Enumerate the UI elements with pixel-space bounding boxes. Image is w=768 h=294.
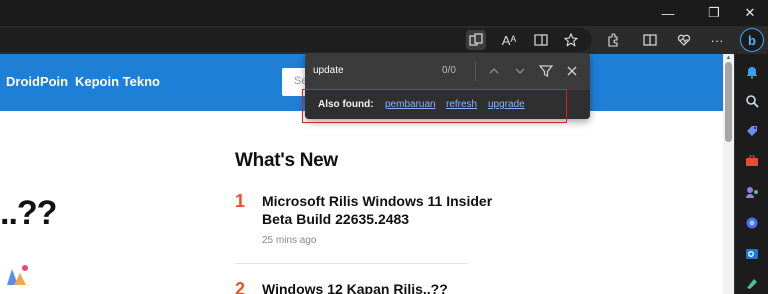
item-number: 1 [235, 191, 246, 211]
find-match-count: 0/0 [442, 65, 456, 76]
edge-sidebar [734, 54, 768, 294]
highlight-annotation-box [302, 89, 567, 123]
browser-toolbar: Aᴬ ··· b [0, 26, 768, 54]
read-aloud-icon[interactable]: Aᴬ [499, 30, 519, 50]
extensions-icon[interactable] [603, 30, 623, 50]
item-title[interactable]: Windows 12 Kapan Rilis..?? [262, 280, 502, 294]
notifications-icon[interactable] [743, 63, 761, 81]
outlook-icon[interactable] [743, 245, 761, 263]
games-icon[interactable] [743, 183, 761, 201]
tools-icon[interactable] [743, 152, 761, 170]
app-available-icon[interactable] [466, 30, 486, 50]
close-window-button[interactable]: ✕ [730, 0, 768, 26]
close-icon [567, 66, 577, 76]
headline-fragment[interactable]: ..?? [0, 194, 57, 233]
nav-link-kepoin-tekno[interactable]: Kepoin Tekno [75, 74, 160, 89]
chevron-down-icon [515, 68, 525, 74]
next-match-button[interactable] [511, 62, 529, 80]
find-options-button[interactable] [537, 62, 555, 80]
divider [235, 263, 468, 264]
item-time: 25 mins ago [262, 235, 317, 246]
nav-link-droidpoin[interactable]: DroidPoin [6, 74, 68, 89]
copilot-icon[interactable] [743, 214, 761, 232]
more-menu-icon[interactable]: ··· [707, 30, 727, 50]
restore-icon: ❐ [708, 5, 720, 20]
drop-icon[interactable] [743, 274, 761, 292]
title-bar: — ❐ ✕ [0, 0, 768, 26]
site-logo-icon [4, 261, 32, 289]
previous-match-button[interactable] [485, 62, 503, 80]
split-screen-icon[interactable] [640, 30, 660, 50]
minimize-button[interactable]: — [648, 0, 688, 26]
immersive-reader-icon[interactable] [531, 30, 551, 50]
close-icon: ✕ [744, 5, 756, 20]
scroll-thumb[interactable] [725, 62, 732, 142]
chevron-up-icon [489, 68, 499, 74]
find-separator [475, 61, 476, 81]
browser-essentials-icon[interactable] [674, 30, 694, 50]
item-number: 2 [235, 279, 246, 294]
favorite-star-icon[interactable] [561, 30, 581, 50]
close-find-button[interactable] [563, 62, 581, 80]
scroll-up-arrow-icon[interactable]: ▲ [725, 55, 732, 61]
shopping-icon[interactable] [743, 122, 761, 140]
minimize-icon: — [661, 5, 675, 21]
restore-button[interactable]: ❐ [694, 0, 734, 26]
item-title[interactable]: Microsoft Rilis Windows 11 Insider Beta … [262, 192, 502, 228]
page-scrollbar[interactable]: ▲ [723, 54, 734, 294]
filter-icon [539, 65, 553, 77]
search-icon[interactable] [743, 92, 761, 110]
bing-copilot-icon[interactable]: b [740, 28, 764, 52]
whats-new-heading: What's New [235, 150, 338, 171]
